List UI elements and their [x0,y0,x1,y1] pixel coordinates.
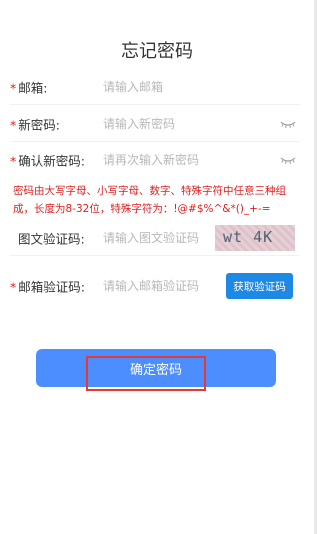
eye-closed-icon[interactable] [280,156,296,164]
divider [10,104,300,105]
new-password-label-text: 新密码: [18,117,60,133]
get-code-button[interactable]: 获取验证码 [226,273,293,299]
scrollbar-track [314,0,317,534]
required-mark: * [10,80,17,96]
required-mark: * [10,117,17,133]
captcha-row: 图文验证码: wt 4K [10,220,300,256]
email-label: * 邮箱: [10,78,47,97]
confirm-password-label: * 确认新密码: [10,151,85,170]
forgot-password-page: 忘记密码 *邮箱: *新密码: *确认新密码: 密码由大写字母、小写字母、 [0,0,317,534]
password-rule-hint: 密码由大写字母、小写字母、数字、特殊字符中任意三种组成，长度为8-32位，特殊字… [13,185,286,215]
captcha-label: 图文验证码: [18,231,85,247]
email-code-row: *邮箱验证码: 获取验证码 [10,268,300,304]
divider [10,255,300,256]
confirm-password-input[interactable] [103,153,253,167]
new-password-row: * 新密码: [10,106,300,142]
email-row: * 邮箱: [10,69,300,105]
eye-closed-icon[interactable] [280,120,296,128]
email-code-label: * 邮箱验证码: [10,277,85,296]
confirm-password-row: * 确认新密码: [10,142,300,178]
confirm-password-button[interactable]: 确定密码 [36,349,276,387]
required-mark: * [10,279,17,295]
email-input[interactable] [103,80,253,94]
new-password-label: * 新密码: [10,115,60,134]
captcha-image-text: wt 4K [223,228,274,246]
new-password-input[interactable] [103,117,253,131]
email-label-text: 邮箱: [18,80,48,96]
email-code-label-text: 邮箱验证码: [18,279,85,295]
required-mark: * [10,153,17,169]
page-title: 忘记密码 [121,41,193,62]
confirm-password-label-text: 确认新密码: [18,153,85,169]
captcha-image[interactable]: wt 4K [215,225,295,251]
